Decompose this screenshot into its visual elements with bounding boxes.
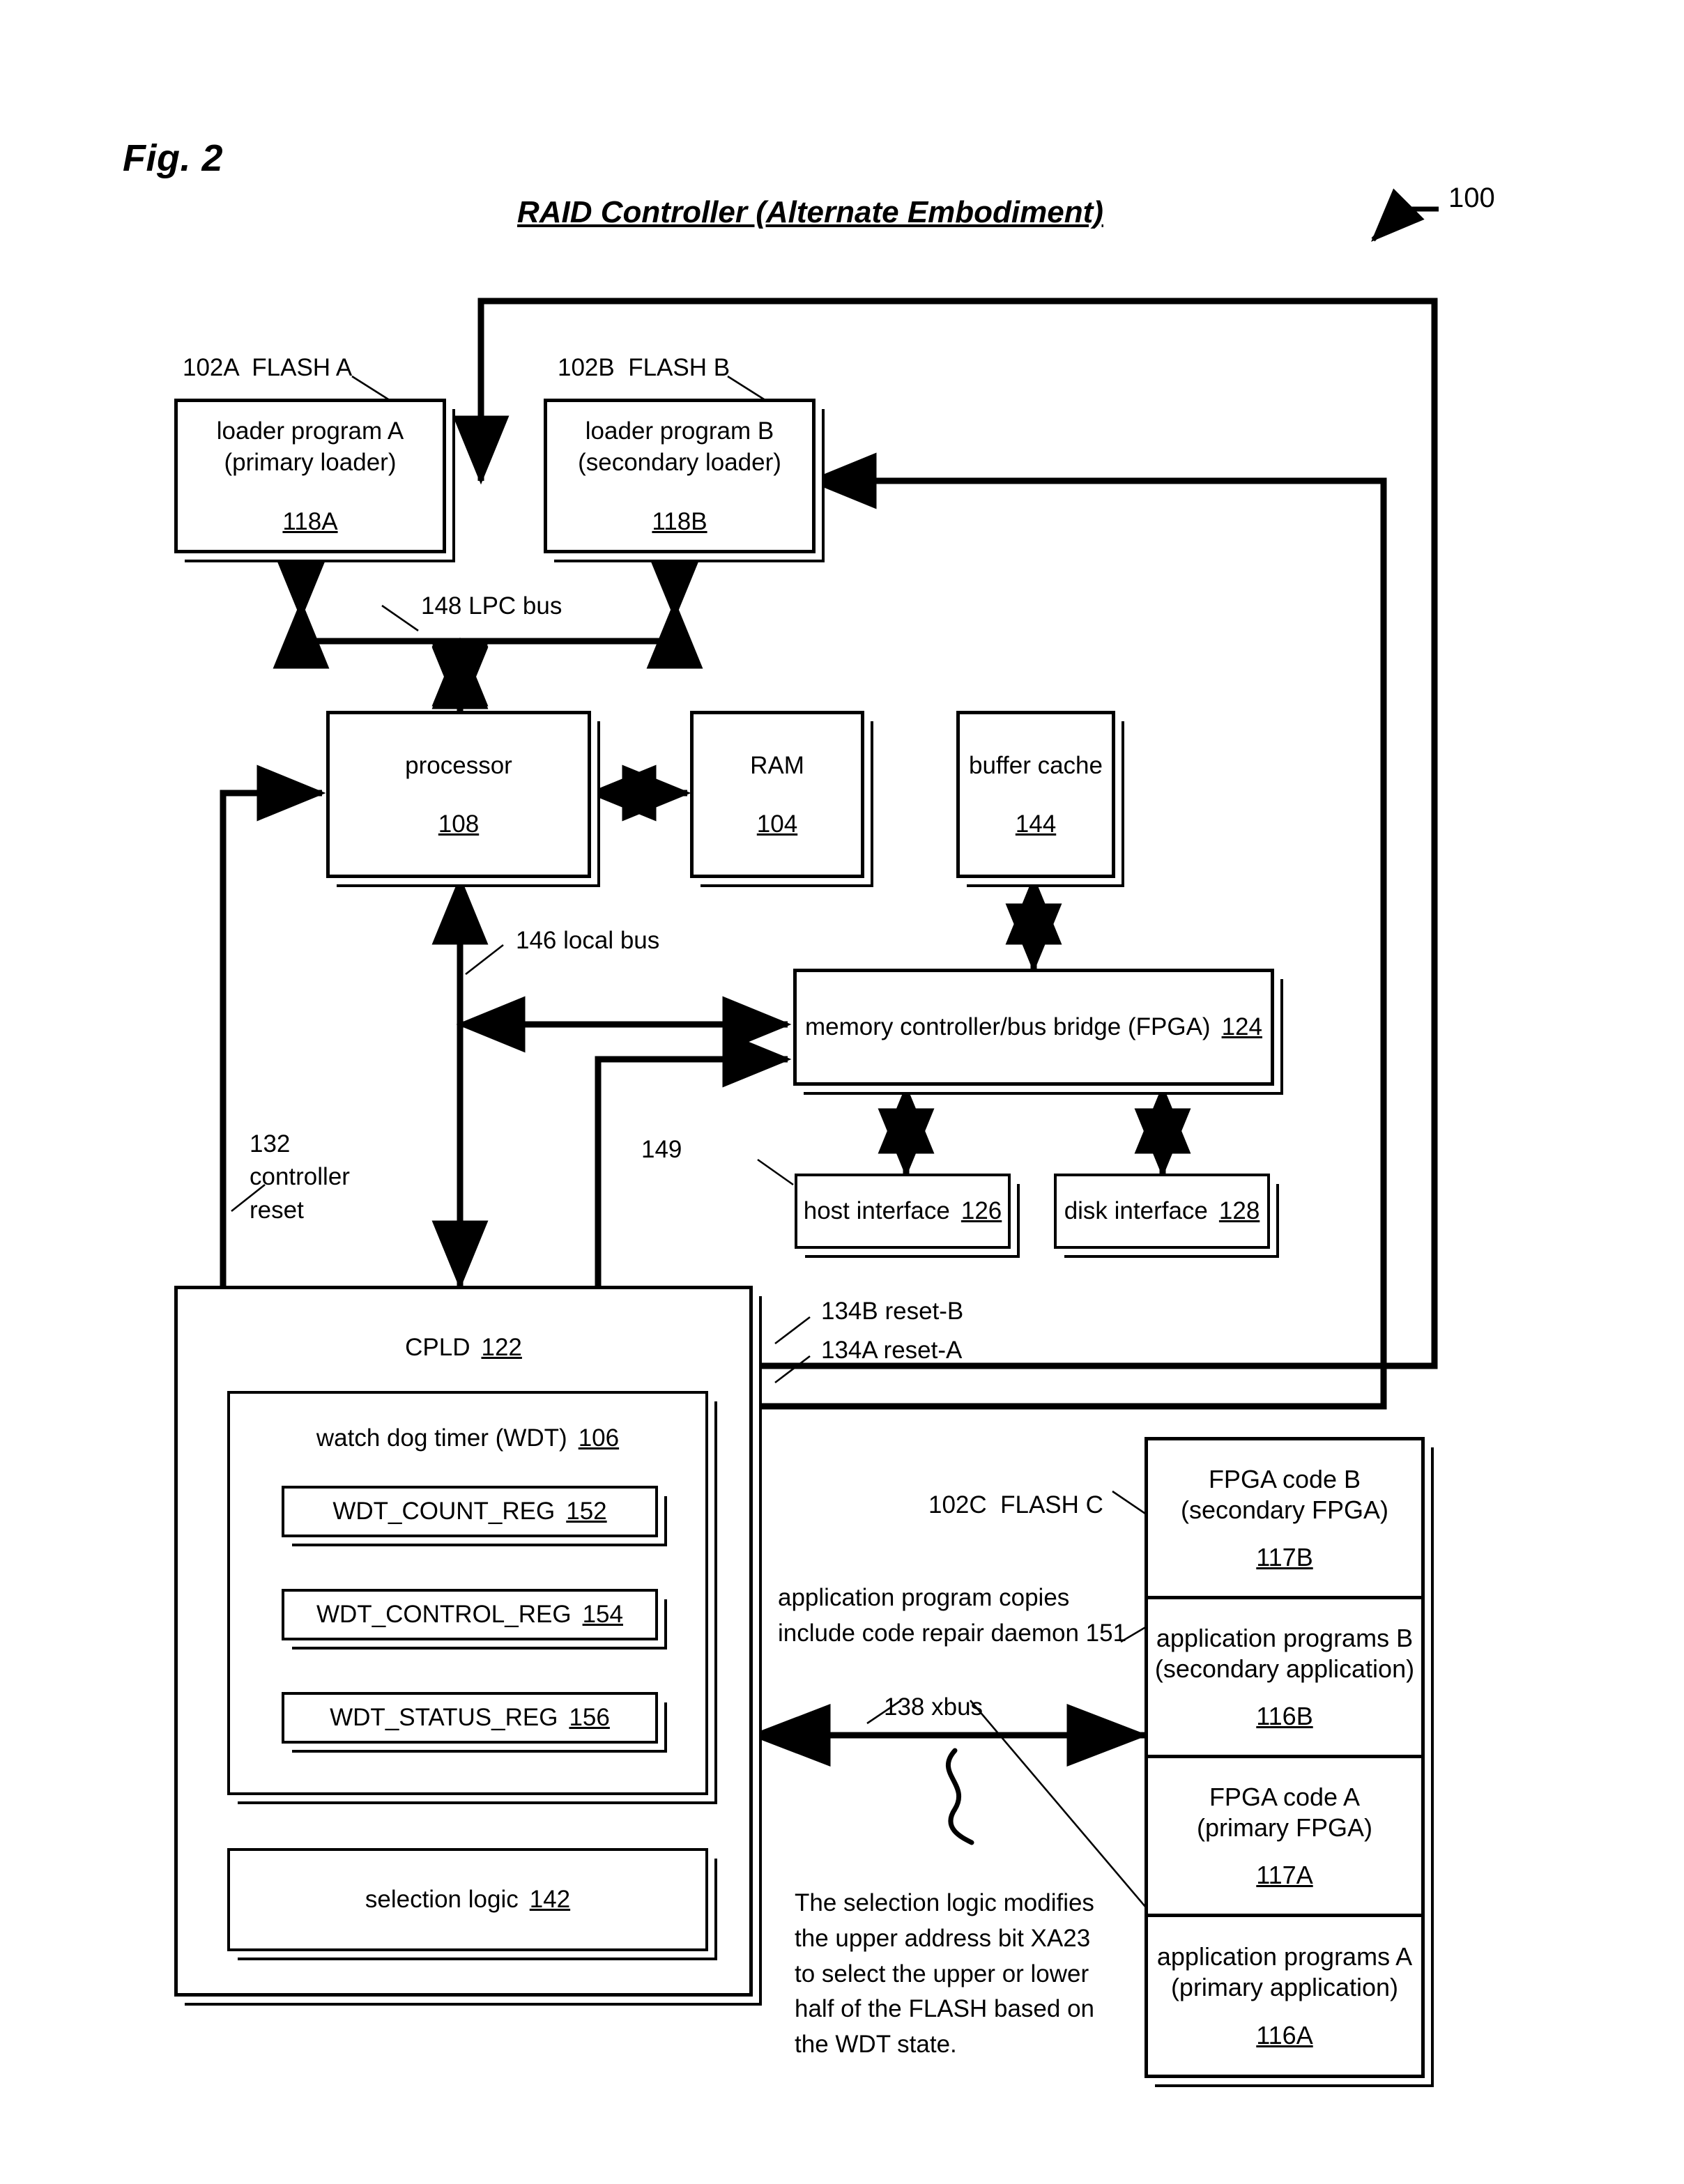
processor-box: processor 108 <box>326 711 591 878</box>
cpld-title: CPLD <box>405 1334 470 1361</box>
reset-a-label: 134A reset-A <box>821 1337 963 1364</box>
controller-reset-label: 132 controller reset <box>250 1130 350 1224</box>
buffer-cache-title: buffer cache <box>969 751 1103 779</box>
host-interface-title: host interface <box>803 1197 950 1224</box>
ram-box: RAM 104 <box>690 711 864 878</box>
flash-c-cell-117b-title: FPGA code B (secondary FPGA) <box>1180 1464 1389 1524</box>
ram-num: 104 <box>756 810 798 838</box>
memory-controller-title: memory controller/bus bridge (FPGA) <box>805 1013 1211 1040</box>
host-interface-num: 126 <box>960 1197 1002 1224</box>
wdt-title: watch dog timer (WDT) <box>316 1424 567 1452</box>
flash-c-tag: 102C FLASH C <box>928 1491 1103 1518</box>
flash-c-box: FPGA code B (secondary FPGA) 117B applic… <box>1145 1437 1425 2078</box>
flash-c-cell-117a: FPGA code A (primary FPGA) 117A <box>1148 1758 1421 1917</box>
wdt-count-reg-name: WDT_COUNT_REG <box>332 1497 556 1525</box>
memory-controller-num: 124 <box>1221 1013 1262 1040</box>
patent-figure-page: Fig. 2 RAID Controller (Alternate Embodi… <box>0 0 1684 2184</box>
wdt-status-reg-num: 156 <box>569 1703 610 1731</box>
selection-logic-note: The selection logic modifies the upper a… <box>795 1889 1094 2058</box>
flash-c-cell-116b-num: 116B <box>1256 1702 1313 1731</box>
disk-interface-box: disk interface 128 <box>1054 1174 1270 1249</box>
reset-b-label: 134B reset-B <box>821 1298 964 1325</box>
selection-logic-title: selection logic <box>365 1885 519 1913</box>
wdt-status-reg-name: WDT_STATUS_REG <box>330 1703 558 1731</box>
figure-reference-number: 100 <box>1448 183 1495 213</box>
xbus-label: 138 xbus <box>884 1693 983 1721</box>
flash-a-num: 118A <box>282 507 338 535</box>
flash-b-tag: 102B FLASH B <box>558 354 730 381</box>
processor-num: 108 <box>438 810 480 838</box>
flash-b-box: loader program B (secondary loader) 118B <box>544 399 816 553</box>
processor-title: processor <box>405 751 512 779</box>
disk-interface-title: disk interface <box>1064 1197 1208 1224</box>
wdt-control-reg-name: WDT_CONTROL_REG <box>316 1600 572 1628</box>
local-bus-label: 146 local bus <box>516 927 660 954</box>
wdt-num: 106 <box>578 1424 620 1452</box>
ram-title: RAM <box>750 751 804 779</box>
flash-a-tag: 102A FLASH A <box>183 354 353 381</box>
figure-label: Fig. 2 <box>123 137 224 179</box>
flash-a-box: loader program A (primary loader) 118A <box>174 399 446 553</box>
code-repair-daemon-note: application program copies include code … <box>778 1584 1127 1647</box>
buffer-cache-box: buffer cache 144 <box>956 711 1115 878</box>
wdt-control-reg-box: WDT_CONTROL_REG 154 <box>282 1589 658 1640</box>
flash-c-cell-116a-title: application programs A (primary applicat… <box>1156 1942 1413 2001</box>
flash-c-cell-117b-num: 117B <box>1256 1543 1313 1572</box>
selection-logic-box: selection logic 142 <box>227 1848 708 1951</box>
flash-a-title: loader program A (primary loader) <box>216 417 404 476</box>
figure-title: RAID Controller (Alternate Embodiment) <box>517 195 1103 229</box>
lpc-bus-label: 148 LPC bus <box>421 592 562 620</box>
wdt-status-reg-box: WDT_STATUS_REG 156 <box>282 1692 658 1744</box>
flash-c-cell-116a: application programs A (primary applicat… <box>1148 1917 1421 2075</box>
flash-c-cell-116b-title: application programs B (secondary applic… <box>1154 1623 1415 1683</box>
flash-c-cell-117a-num: 117A <box>1256 1861 1313 1890</box>
host-interface-box: host interface 126 <box>795 1174 1011 1249</box>
wdt-count-reg-num: 152 <box>566 1497 607 1525</box>
flash-b-title: loader program B (secondary loader) <box>578 417 781 476</box>
flash-b-num: 118B <box>652 507 707 535</box>
flash-c-cell-116b: application programs B (secondary applic… <box>1148 1599 1421 1758</box>
flash-c-cell-117b: FPGA code B (secondary FPGA) 117B <box>1148 1440 1421 1599</box>
selection-logic-num: 142 <box>529 1885 571 1913</box>
line-149-label: 149 <box>641 1136 682 1163</box>
disk-interface-num: 128 <box>1218 1197 1260 1224</box>
wdt-count-reg-box: WDT_COUNT_REG 152 <box>282 1486 658 1537</box>
buffer-cache-num: 144 <box>1015 810 1057 838</box>
cpld-num: 122 <box>481 1334 522 1361</box>
flash-c-cell-116a-num: 116A <box>1256 2020 1313 2050</box>
memory-controller-box: memory controller/bus bridge (FPGA) 124 <box>793 969 1274 1086</box>
wdt-control-reg-num: 154 <box>582 1600 623 1628</box>
flash-c-cell-117a-title: FPGA code A (primary FPGA) <box>1197 1782 1372 1842</box>
